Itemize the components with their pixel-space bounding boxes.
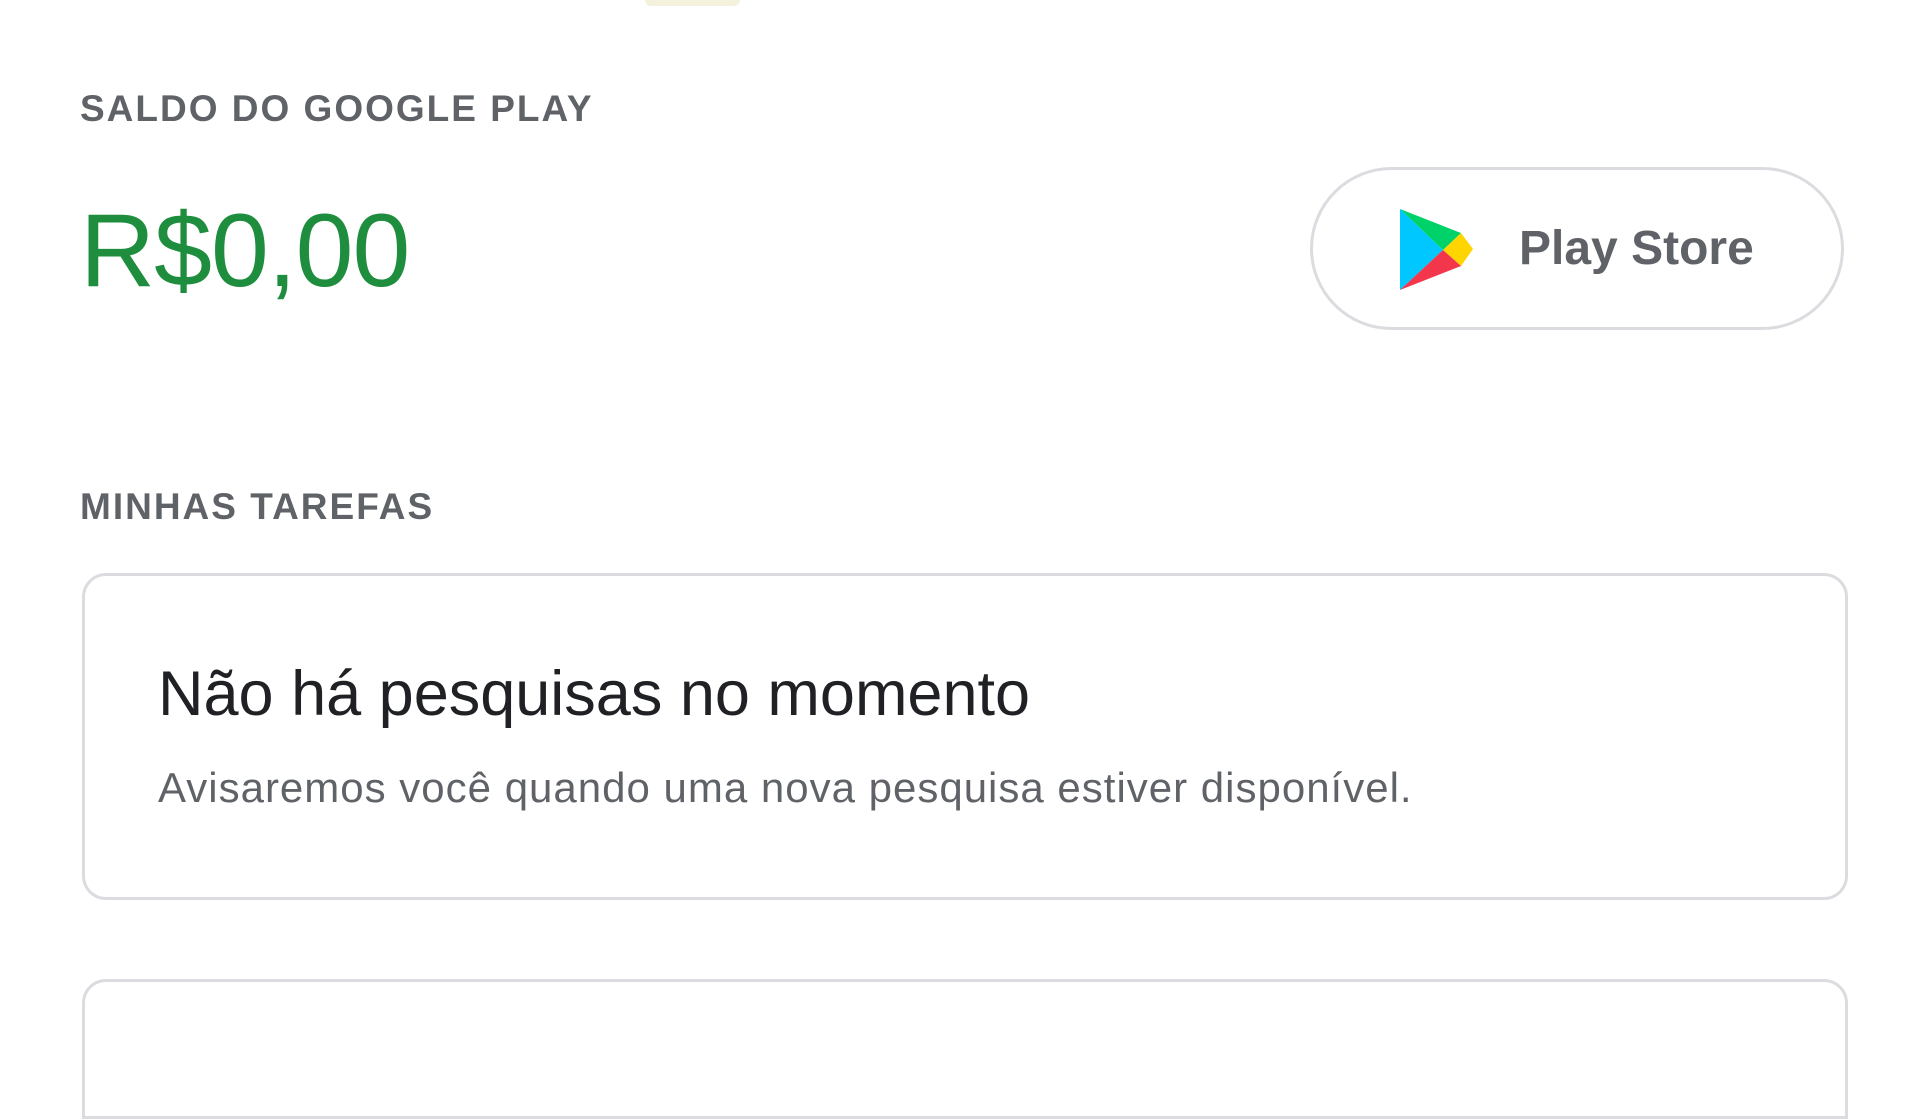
tasks-section-label: MINHAS TAREFAS — [80, 486, 435, 527]
no-surveys-card: Não há pesquisas no momento Avisaremos v… — [82, 573, 1848, 900]
google-play-balance-amount: R$0,00 — [80, 193, 410, 309]
top-status-indicator — [645, 0, 740, 6]
next-task-card — [82, 979, 1848, 1119]
no-surveys-description: Avisaremos você quando uma nova pesquisa… — [158, 764, 1413, 811]
play-store-button-label: Play Store — [1519, 221, 1754, 275]
no-surveys-title: Não há pesquisas no momento — [158, 659, 1031, 729]
google-play-icon — [1400, 208, 1473, 290]
play-store-button[interactable]: Play Store — [1310, 167, 1844, 330]
balance-section-label: SALDO DO GOOGLE PLAY — [80, 88, 594, 129]
